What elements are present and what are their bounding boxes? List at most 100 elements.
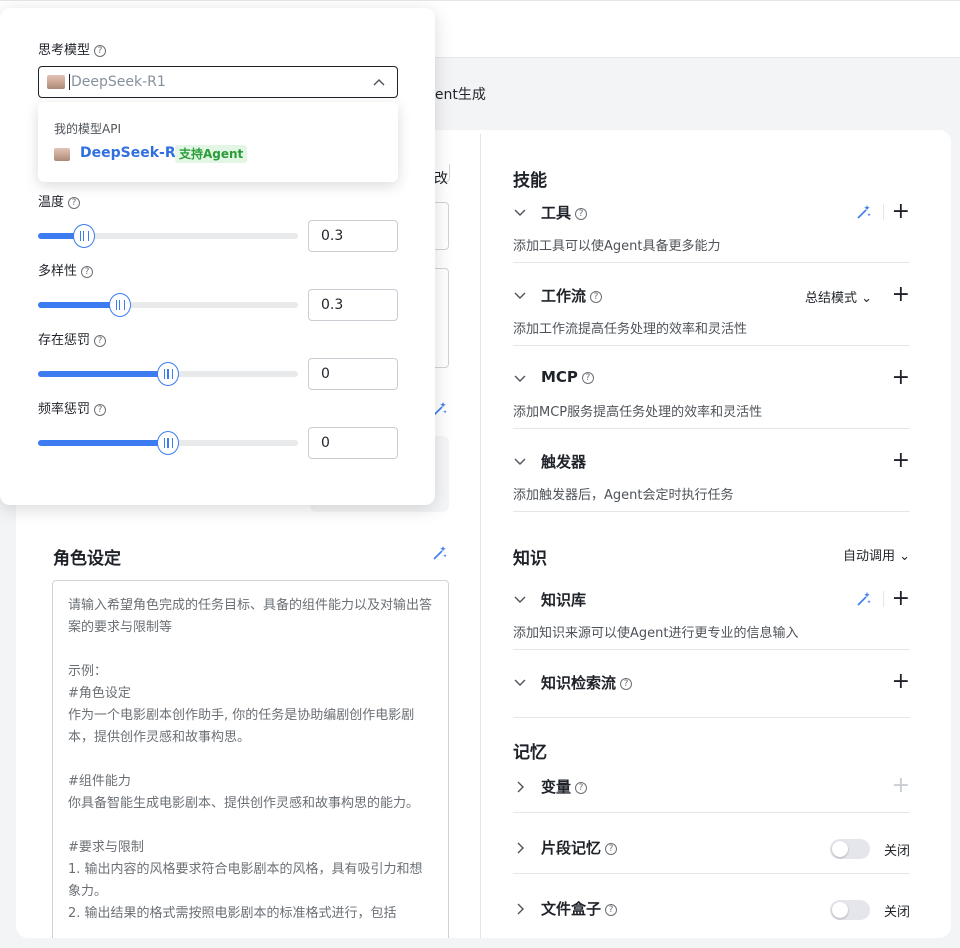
auto-call-select[interactable]: 自动调用 ⌄ [843, 545, 910, 564]
tools-name: 工具? [541, 202, 588, 223]
add-workflow-button[interactable]: + [892, 284, 910, 306]
divider [513, 428, 910, 429]
trigger-desc: 添加触发器后，Agent会定时执行任务 [513, 488, 734, 503]
chevron-down-icon: ⌄ [899, 549, 910, 564]
trigger-name: 触发器 [541, 453, 587, 471]
help-icon[interactable]: ? [68, 196, 81, 209]
diversity-input[interactable]: 0.3 [308, 289, 398, 321]
role-setting-textarea[interactable]: 请输入希望角色完成的任务目标、具备的组件能力以及对输出答案的要求与限制等 示例：… [52, 580, 449, 938]
thinking-model-label: 思考模型? [38, 39, 107, 58]
retrieval-flow-name: 知识检索流? [541, 672, 633, 693]
slider-fill [38, 440, 168, 446]
temperature-input[interactable]: 0.3 [308, 220, 398, 252]
help-icon[interactable]: ? [94, 403, 107, 416]
retrieval-flow-row[interactable]: 知识检索流? + [513, 668, 910, 698]
trigger-row[interactable]: 触发器 + [513, 447, 910, 477]
diversity-slider[interactable] [38, 293, 298, 317]
separator [883, 204, 884, 220]
add-knowledge-button[interactable]: + [892, 588, 910, 610]
add-retrieval-button[interactable]: + [892, 671, 910, 693]
knowledge-title: 知识 [513, 549, 547, 569]
divider [513, 345, 910, 346]
temperature-label: 温度? [38, 191, 81, 210]
knowledge-base-name: 知识库 [541, 591, 587, 609]
workflow-row[interactable]: 工作流? 总结模式 ⌄ + [513, 281, 910, 311]
workflow-name: 工作流? [541, 285, 603, 306]
magic-wand-icon[interactable] [432, 545, 448, 561]
workflow-mode-select[interactable]: 总结模式 ⌄ [805, 287, 872, 306]
skills-title: 技能 [513, 171, 547, 191]
presence-penalty-label: 存在惩罚? [38, 329, 107, 348]
model-select-value: DeepSeek-R1 [69, 74, 166, 90]
chevron-down-icon[interactable] [513, 593, 527, 607]
divider [513, 262, 910, 263]
file-box-name: 文件盒子? [541, 898, 618, 919]
chevron-right-icon[interactable] [513, 841, 527, 855]
file-box-toggle[interactable] [830, 900, 870, 920]
help-icon[interactable]: ? [575, 207, 588, 220]
chevron-down-icon: ⌄ [861, 291, 872, 306]
agent-support-badge: 支持Agent [175, 145, 248, 163]
model-dropdown: 我的模型API DeepSeek-R1 支持Agent [38, 102, 398, 182]
help-icon[interactable]: ? [605, 903, 618, 916]
slider-handle[interactable] [72, 224, 95, 248]
column-divider [480, 134, 481, 938]
help-icon[interactable]: ? [575, 781, 588, 794]
variables-row[interactable]: 变量? + [513, 772, 910, 802]
snippet-memory-toggle[interactable] [830, 839, 870, 859]
chevron-up-icon[interactable] [373, 77, 385, 89]
model-select[interactable]: DeepSeek-R1 [38, 66, 398, 98]
variables-name: 变量? [541, 776, 588, 797]
add-trigger-button[interactable]: + [892, 450, 910, 472]
divider [513, 812, 910, 813]
mcp-name: MCP? [541, 368, 594, 386]
presence-penalty-slider[interactable] [38, 362, 298, 386]
model-avatar [47, 75, 65, 89]
separator [883, 591, 884, 607]
file-box-state: 关闭 [883, 905, 910, 920]
frequency-penalty-slider[interactable] [38, 431, 298, 455]
divider [513, 873, 910, 874]
add-variable-button[interactable]: + [892, 775, 910, 797]
chevron-right-icon[interactable] [513, 780, 527, 794]
help-icon[interactable]: ? [94, 44, 107, 57]
slider-handle[interactable] [157, 431, 179, 455]
help-icon[interactable]: ? [590, 290, 603, 303]
chevron-down-icon[interactable] [513, 372, 527, 386]
frequency-penalty-input[interactable]: 0 [308, 427, 398, 459]
magic-wand-icon[interactable] [856, 204, 872, 220]
file-box-row[interactable]: 文件盒子? 关闭 [513, 894, 910, 924]
chevron-right-icon[interactable] [513, 902, 527, 916]
snippet-memory-row[interactable]: 片段记忆? 关闭 [513, 833, 910, 863]
workflow-desc: 添加工作流提高任务处理的效率和灵活性 [513, 322, 748, 337]
edit-link[interactable]: 改 [434, 168, 448, 188]
add-mcp-button[interactable]: + [892, 367, 910, 389]
chevron-down-icon[interactable] [513, 455, 527, 469]
memory-title: 记忆 [513, 743, 547, 763]
knowledge-base-row[interactable]: 知识库 + [513, 585, 910, 615]
help-icon[interactable]: ? [581, 371, 594, 384]
temperature-slider[interactable] [38, 224, 298, 248]
chevron-down-icon[interactable] [513, 289, 527, 303]
help-icon[interactable]: ? [620, 677, 633, 690]
frequency-penalty-label: 频率惩罚? [38, 398, 107, 417]
magic-wand-icon[interactable] [856, 591, 872, 607]
chevron-down-icon[interactable] [513, 676, 527, 690]
divider [513, 717, 910, 718]
mcp-row[interactable]: MCP? + [513, 364, 910, 394]
chevron-down-icon[interactable] [513, 206, 527, 220]
presence-penalty-input[interactable]: 0 [308, 358, 398, 390]
slider-fill [38, 302, 120, 308]
help-icon[interactable]: ? [94, 334, 107, 347]
help-icon[interactable]: ? [81, 265, 94, 278]
help-icon[interactable]: ? [605, 842, 618, 855]
slider-handle[interactable] [157, 362, 179, 386]
mcp-desc: 添加MCP服务提高任务处理的效率和灵活性 [513, 405, 763, 420]
slider-fill [38, 371, 168, 377]
model-avatar [54, 148, 70, 161]
add-tool-button[interactable]: + [892, 201, 910, 223]
tools-row[interactable]: 工具? + [513, 198, 910, 228]
slider-handle[interactable] [108, 293, 131, 317]
divider [513, 649, 910, 650]
model-option-name: DeepSeek-R1 [80, 145, 186, 161]
